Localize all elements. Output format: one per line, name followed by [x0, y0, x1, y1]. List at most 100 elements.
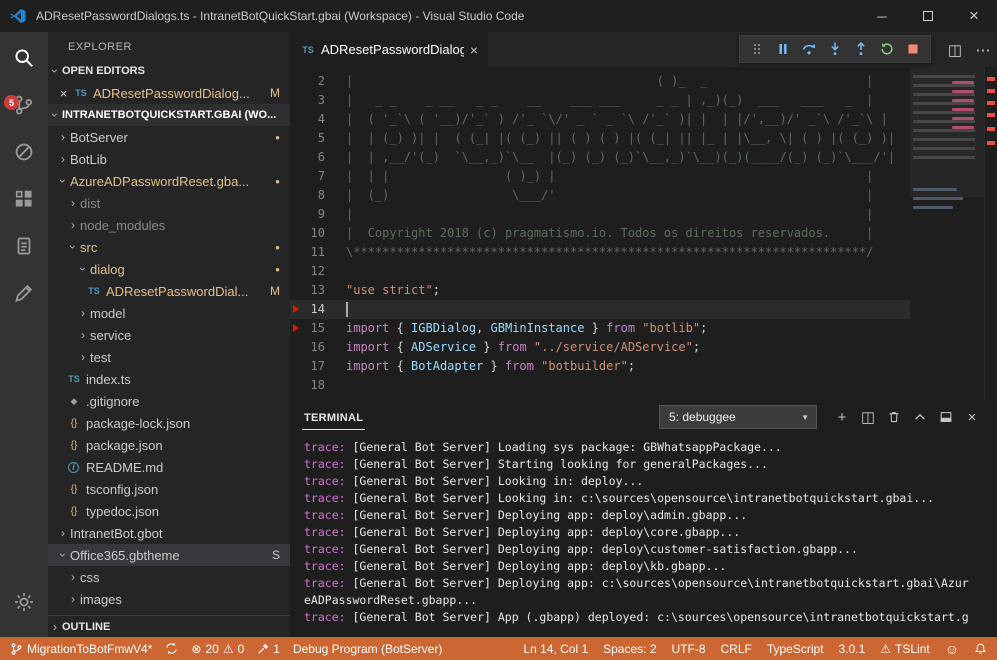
ruler-mark [987, 89, 995, 93]
terminal-output[interactable]: trace: [General Bot Server] Loading sys … [290, 434, 997, 637]
minimize-button[interactable]: ─ [859, 0, 905, 32]
toggle-panel-icon[interactable] [933, 404, 959, 430]
open-editors-header[interactable]: › OPEN EDITORS [48, 60, 290, 82]
more-actions-icon[interactable]: ⋯ [969, 32, 997, 67]
tree-item-service[interactable]: ›service [48, 324, 290, 346]
tree-item-typedoc-json[interactable]: {}typedoc.json [48, 500, 290, 522]
tree-item-azureadpasswordreset-gba[interactable]: ›AzureADPasswordReset.gba...● [48, 170, 290, 192]
extensions-icon[interactable] [0, 175, 48, 222]
tasks-item[interactable]: 1 [257, 642, 280, 656]
debug-program-item[interactable]: Debug Program (BotServer) [293, 642, 442, 656]
tree-item-index-ts[interactable]: TSindex.ts [48, 368, 290, 390]
editor[interactable]: 23456789101112131415161718 | ( )_ _ || _… [290, 67, 997, 400]
tree-item-model[interactable]: ›model [48, 302, 290, 324]
debug-icon[interactable] [0, 128, 48, 175]
tree-item-office365-gbtheme[interactable]: ›Office365.gbthemeS [48, 544, 290, 566]
code-line[interactable]: import { ADService } from "../service/AD… [346, 338, 910, 357]
pause-icon[interactable] [770, 37, 796, 61]
toolbar-grip-icon[interactable] [744, 37, 770, 61]
tree-item-images[interactable]: ›images [48, 588, 290, 610]
restart-icon[interactable] [874, 37, 900, 61]
close-tab-icon[interactable]: × [470, 42, 478, 58]
step-over-icon[interactable] [796, 37, 822, 61]
tree-item-node-modules[interactable]: ›node_modules [48, 214, 290, 236]
code-line[interactable]: | _ _ _ __ _ _ __ ___ ___ _ _ | ,_)(_) _… [346, 91, 910, 110]
tree-item-adresetpassworddial[interactable]: TSADResetPasswordDial...M [48, 280, 290, 302]
terminal-line: trace: [General Bot Server] Starting loo… [304, 456, 983, 473]
sync-icon[interactable] [165, 642, 178, 655]
edit-icon[interactable] [0, 269, 48, 316]
maximize-panel-icon[interactable] [907, 404, 933, 430]
close-icon[interactable]: × [56, 86, 71, 101]
code-line[interactable]: | | [346, 205, 910, 224]
tree-item-botserver[interactable]: ›BotServer● [48, 126, 290, 148]
notifications-bell-icon[interactable] [974, 642, 987, 656]
code-line[interactable]: | | ,__/'(_) `\__,_)`\__ |(_) (_) (_)`\_… [346, 148, 910, 167]
tree-item-package-lock-json[interactable]: {}package-lock.json [48, 412, 290, 434]
encoding-item[interactable]: UTF-8 [672, 642, 706, 656]
split-terminal-icon[interactable]: ◫ [855, 404, 881, 430]
code-line[interactable]: "use strict"; [346, 281, 910, 300]
problems-item[interactable]: ⊗ 20 ⚠ 0 [191, 642, 244, 656]
tab-adresetpassworddialogs[interactable]: TS ADResetPasswordDialogs.ts × [290, 32, 488, 67]
overview-ruler[interactable] [984, 67, 997, 400]
tree-item-tsconfig-json[interactable]: {}tsconfig.json [48, 478, 290, 500]
close-panel-icon[interactable]: × [959, 404, 985, 430]
tree-item-dist[interactable]: ›dist [48, 192, 290, 214]
ts-version-item[interactable]: 3.0.1 [839, 642, 866, 656]
terminal-instance-select[interactable]: 5: debuggee ▼ [659, 405, 817, 429]
kill-terminal-icon[interactable] [881, 404, 907, 430]
tree-item-src[interactable]: ›src● [48, 236, 290, 258]
tree-item-css[interactable]: ›css [48, 566, 290, 588]
terminal-tab[interactable]: TERMINAL [302, 405, 365, 430]
search-icon[interactable] [0, 34, 48, 81]
error-count: 20 [205, 642, 218, 656]
minimap[interactable] [910, 67, 984, 400]
line-number: 7 [290, 167, 346, 186]
open-editor-item[interactable]: × TS ADResetPasswordDialog... M [48, 82, 290, 104]
editor-code[interactable]: | ( )_ _ || _ _ _ __ _ _ __ ___ ___ _ _ … [346, 67, 910, 400]
git-branch-item[interactable]: MigrationToBotFmwV4* [10, 642, 152, 656]
indentation-item[interactable]: Spaces: 2 [603, 642, 656, 656]
code-line[interactable]: import { IGBDialog, GBMinInstance } from… [346, 319, 910, 338]
split-editor-icon[interactable]: ◫ [941, 32, 969, 67]
stop-icon[interactable] [900, 37, 926, 61]
tree-item-readme-md[interactable]: iREADME.md [48, 456, 290, 478]
new-terminal-icon[interactable]: + [829, 404, 855, 430]
code-line[interactable]: | ( )_ _ | [346, 72, 910, 91]
code-line[interactable]: | Copyright 2018 (c) pragmatismo.io. Tod… [346, 224, 910, 243]
workspace-section-header[interactable]: › INTRANETBOTQUICKSTART.GBAI (WO... [48, 104, 290, 126]
code-line[interactable]: import { BotAdapter } from "botbuilder"; [346, 357, 910, 376]
tree-item-gitignore[interactable]: ◆.gitignore [48, 390, 290, 412]
tree-item-dialog[interactable]: ›dialog● [48, 258, 290, 280]
tslint-item[interactable]: ⚠ TSLint [880, 642, 929, 656]
tree-item-botlib[interactable]: ›BotLib [48, 148, 290, 170]
maximize-button[interactable] [905, 0, 951, 32]
step-into-icon[interactable] [822, 37, 848, 61]
tree-item-intranetbot-gbot[interactable]: ›IntranetBot.gbot [48, 522, 290, 544]
title-bar: ADResetPasswordDialogs.ts - IntranetBotQ… [0, 0, 997, 32]
cursor-position-item[interactable]: Ln 14, Col 1 [523, 642, 588, 656]
tree-item-package-json[interactable]: {}package.json [48, 434, 290, 456]
code-line[interactable]: \***************************************… [346, 243, 910, 262]
code-line[interactable]: | | | ( )_) | | [346, 167, 910, 186]
code-line[interactable]: | ( '_`\ ( '__)/'_` ) /'_ `\/' _ ` _ `\ … [346, 110, 910, 129]
typescript-file-icon: TS [66, 374, 82, 384]
outline-header[interactable]: › OUTLINE [48, 615, 290, 637]
code-line[interactable]: | (_) \___/' | [346, 186, 910, 205]
feedback-smiley-icon[interactable]: ☺ [945, 641, 959, 657]
line-number: 18 [290, 376, 346, 395]
code-line[interactable]: | | (_) )| | ( (_| |( (_) || ( ) ( ) |( … [346, 129, 910, 148]
documents-icon[interactable] [0, 222, 48, 269]
code-line[interactable] [346, 262, 910, 281]
source-control-icon[interactable]: 5 [0, 81, 48, 128]
close-button[interactable]: × [951, 0, 997, 32]
step-out-icon[interactable] [848, 37, 874, 61]
tree-item-test[interactable]: ›test [48, 346, 290, 368]
settings-gear-icon[interactable] [0, 578, 48, 625]
code-line[interactable] [346, 300, 910, 319]
code-line[interactable] [346, 376, 910, 395]
trace-prefix: trace: [304, 610, 346, 624]
eol-item[interactable]: CRLF [721, 642, 752, 656]
language-item[interactable]: TypeScript [767, 642, 824, 656]
